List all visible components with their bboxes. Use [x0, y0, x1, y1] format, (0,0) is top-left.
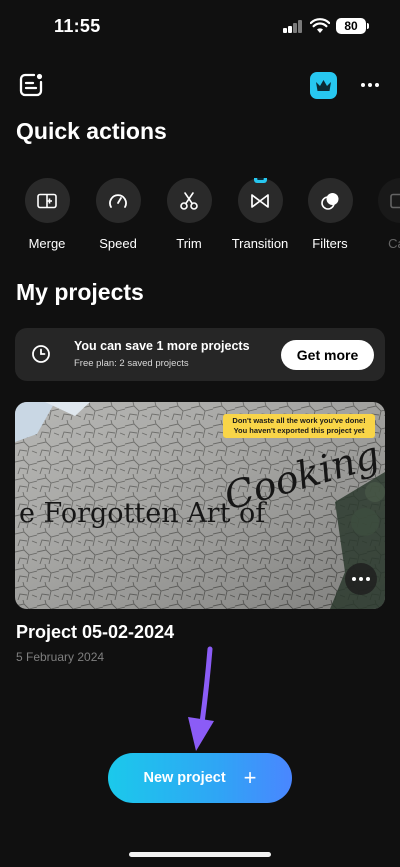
battery-indicator: 80: [336, 18, 369, 34]
new-project-label: New project: [143, 770, 226, 786]
merge-icon: [37, 193, 57, 208]
new-project-button[interactable]: New project +: [108, 753, 292, 803]
captions-icon: [390, 193, 400, 208]
my-projects-title: My projects: [16, 279, 144, 305]
plan-banner: You can save 1 more projects Free plan: …: [15, 328, 385, 381]
status-time: 11:55: [54, 16, 101, 36]
project-name[interactable]: Project 05-02-2024: [16, 622, 174, 643]
quick-action-label: Filters: [312, 236, 348, 251]
quick-action-filters[interactable]: Filters: [294, 178, 366, 251]
quick-action-label: Cap: [388, 236, 400, 251]
plan-subtitle: Free plan: 2 saved projects: [74, 358, 189, 369]
clock-icon: [31, 344, 51, 364]
cellular-signal-icon: [283, 20, 303, 33]
status-bar: 11:55 80: [0, 0, 400, 50]
get-more-button[interactable]: Get more: [281, 340, 374, 370]
scissors-icon: [180, 191, 198, 210]
quick-action-speed[interactable]: Speed: [82, 178, 154, 251]
more-options-button[interactable]: [356, 72, 384, 98]
quick-actions-title: Quick actions: [16, 118, 167, 144]
unexported-warning-tag: Don't waste all the work you've done! Yo…: [223, 414, 375, 438]
quick-action-merge[interactable]: Merge: [11, 178, 83, 251]
top-bar: [0, 68, 400, 102]
premium-badge-icon: [253, 178, 267, 183]
quick-action-transition[interactable]: Transition: [224, 178, 296, 251]
premium-crown-button[interactable]: [310, 72, 337, 99]
quick-action-label: Merge: [28, 236, 66, 251]
quick-action-trim[interactable]: Trim: [153, 178, 225, 251]
quick-action-label: Transition: [231, 236, 289, 251]
quick-action-label: Speed: [99, 236, 137, 251]
project-more-button[interactable]: [345, 563, 377, 595]
purple-arrow-annotation: [188, 646, 214, 751]
wifi-icon: [309, 18, 331, 34]
project-thumbnail[interactable]: e Forgotten Art of Cooking Don't waste a…: [15, 402, 385, 609]
transition-icon: [251, 193, 269, 208]
speed-gauge-icon: [109, 193, 127, 208]
warning-line-1: Don't waste all the work you've done!: [232, 416, 366, 425]
menu-doc-icon[interactable]: [17, 71, 45, 99]
crown-icon: [316, 79, 331, 91]
filters-icon: [321, 192, 339, 210]
quick-action-label: Trim: [176, 236, 202, 251]
home-indicator: [129, 852, 271, 857]
quick-action-captions[interactable]: Cap: [364, 178, 400, 251]
quick-actions-row: Merge Speed Trim Transition Filters C: [0, 178, 400, 258]
warning-line-2: You haven't exported this project yet: [233, 426, 365, 435]
project-date: 5 February 2024: [16, 650, 105, 664]
plus-icon: +: [243, 765, 257, 790]
plan-title: You can save 1 more projects: [74, 339, 250, 353]
